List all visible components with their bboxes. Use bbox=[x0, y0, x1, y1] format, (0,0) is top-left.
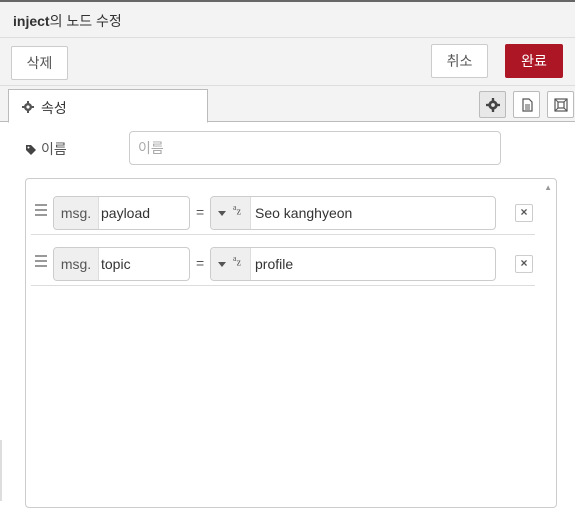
property-list: ▲ msg. payload = az Seo kanghyeon × msg.… bbox=[25, 178, 557, 508]
tab-properties[interactable]: 속성 bbox=[8, 89, 208, 123]
tab-properties-label: 속성 bbox=[41, 100, 67, 116]
name-row: 이름 bbox=[0, 130, 575, 166]
type-selector[interactable]: az bbox=[211, 248, 251, 280]
tab-description[interactable] bbox=[513, 91, 540, 118]
name-input[interactable] bbox=[129, 131, 501, 165]
property-name: payload bbox=[101, 205, 151, 221]
title-suffix: 의 노드 수정 bbox=[49, 13, 122, 29]
list-item: msg. payload = az Seo kanghyeon × bbox=[31, 184, 535, 235]
gear-icon bbox=[22, 100, 34, 116]
equals-sign: = bbox=[196, 255, 205, 271]
name-label-text: 이름 bbox=[41, 141, 67, 157]
property-field[interactable]: msg. topic bbox=[53, 247, 190, 281]
value-text: Seo kanghyeon bbox=[255, 205, 353, 221]
tag-icon bbox=[25, 143, 37, 159]
scroll-up-icon[interactable]: ▲ bbox=[544, 183, 552, 192]
string-type-icon: az bbox=[233, 203, 242, 218]
caret-down-icon bbox=[218, 262, 226, 267]
drag-handle-icon[interactable] bbox=[35, 204, 47, 219]
remove-icon[interactable]: × bbox=[515, 204, 533, 222]
property-value[interactable]: az profile bbox=[210, 247, 496, 281]
property-name: topic bbox=[101, 256, 131, 272]
msg-prefix[interactable]: msg. bbox=[54, 248, 99, 280]
remove-icon[interactable]: × bbox=[515, 255, 533, 273]
property-field[interactable]: msg. payload bbox=[53, 196, 190, 230]
type-selector[interactable]: az bbox=[211, 197, 251, 229]
delete-button[interactable]: 삭제 bbox=[11, 46, 68, 80]
drag-handle-icon[interactable] bbox=[35, 255, 47, 270]
resize-edge[interactable] bbox=[0, 440, 2, 501]
caret-down-icon bbox=[218, 211, 226, 216]
done-button[interactable]: 완료 bbox=[505, 44, 563, 78]
equals-sign: = bbox=[196, 204, 205, 220]
list-item: msg. topic = az profile × bbox=[31, 235, 535, 286]
tab-bar: 속성 bbox=[0, 86, 575, 123]
tab-appearance[interactable] bbox=[547, 91, 574, 118]
msg-prefix[interactable]: msg. bbox=[54, 197, 99, 229]
cancel-button[interactable]: 취소 bbox=[431, 44, 488, 78]
node-type-label: inject bbox=[13, 13, 50, 29]
value-text: profile bbox=[255, 256, 294, 272]
name-label: 이름 bbox=[25, 139, 67, 159]
tray-toolbar: 삭제 취소 완료 bbox=[0, 38, 575, 86]
property-value[interactable]: az Seo kanghyeon bbox=[210, 196, 496, 230]
tray-title: inject의 노드 수정 bbox=[13, 11, 122, 31]
tray-header: inject의 노드 수정 bbox=[0, 0, 575, 38]
string-type-icon: az bbox=[233, 254, 242, 269]
tab-settings[interactable] bbox=[479, 91, 506, 118]
